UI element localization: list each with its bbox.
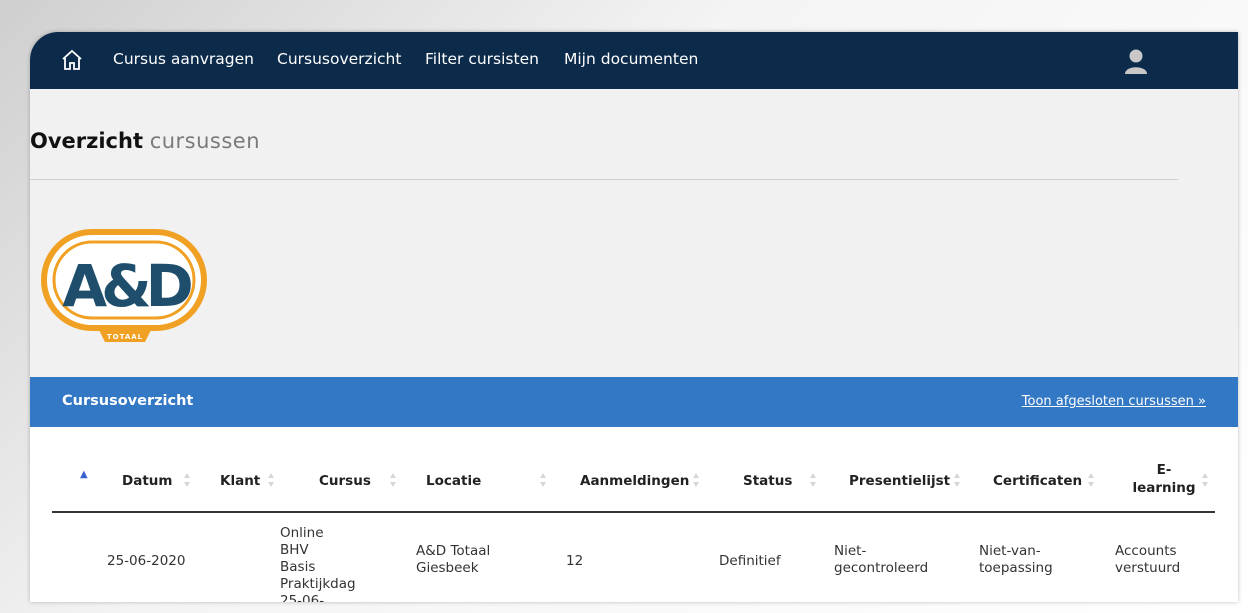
cell-elearning: Accounts verstuurd (1115, 543, 1181, 576)
company-logo: TOTAAL A&D (40, 228, 210, 348)
column-header-elearning[interactable]: E- learning (1130, 461, 1198, 497)
sort-icon[interactable] (1087, 472, 1095, 488)
sort-icon[interactable] (539, 472, 547, 488)
user-avatar-icon[interactable] (1122, 47, 1150, 75)
cell-status: Definitief (719, 553, 781, 569)
top-navbar: Cursus aanvragen Cursusoverzicht Filter … (30, 32, 1238, 89)
panel-title: Cursusoverzicht (62, 393, 194, 409)
table-header-divider (52, 511, 1215, 513)
nav-filter-cursisten[interactable]: Filter cursisten (425, 50, 539, 68)
page-title-light: cursussen (149, 129, 261, 153)
sort-icon[interactable] (809, 472, 817, 488)
cell-aanmeldingen: 12 (566, 553, 584, 569)
page-title: Overzicht cursussen (30, 129, 260, 153)
sort-icon[interactable] (692, 472, 700, 488)
cell-presentielijst: Niet-gecontroleerd (834, 543, 929, 576)
column-header-presentielijst[interactable]: Presentielijst (849, 473, 950, 489)
logo-subtext: TOTAAL (107, 333, 143, 341)
column-header-datum[interactable]: Datum (122, 473, 172, 489)
panel-header: Cursusoverzicht Toon afgesloten cursusse… (30, 377, 1238, 427)
sort-icon[interactable] (389, 472, 397, 488)
sort-icon[interactable] (953, 472, 961, 488)
cell-locatie: A&D Totaal Giesbeek (416, 543, 491, 576)
column-header-cursus[interactable]: Cursus (319, 473, 371, 489)
sort-icon[interactable] (267, 472, 275, 488)
show-closed-courses-link[interactable]: Toon afgesloten cursussen » (1022, 394, 1206, 409)
page: Cursus aanvragen Cursusoverzicht Filter … (30, 32, 1238, 602)
nav-mijn-documenten[interactable]: Mijn documenten (564, 50, 698, 68)
sort-asc-icon[interactable]: ▲ (80, 469, 88, 480)
column-header-klant[interactable]: Klant (220, 473, 260, 489)
column-header-certificaten[interactable]: Certificaten (993, 473, 1082, 489)
home-icon[interactable] (60, 48, 84, 72)
page-title-bold: Overzicht (30, 129, 143, 153)
cell-certificaten: Niet-van-toepassing (979, 543, 1053, 576)
column-header-status[interactable]: Status (743, 473, 792, 489)
logo-text: A&D (62, 252, 191, 320)
sort-icon[interactable] (1201, 472, 1209, 488)
cell-cursus: Online BHV Basis Praktijkdag 25-06-2020 (280, 525, 356, 602)
sort-icon[interactable] (183, 472, 191, 488)
cell-datum: 25-06-2020 (107, 553, 186, 569)
column-header-locatie[interactable]: Locatie (426, 473, 481, 489)
nav-cursusoverzicht[interactable]: Cursusoverzicht (277, 50, 401, 68)
column-header-aanmeldingen[interactable]: Aanmeldingen (580, 473, 689, 489)
title-divider (30, 179, 1178, 180)
nav-cursus-aanvragen[interactable]: Cursus aanvragen (113, 50, 254, 68)
